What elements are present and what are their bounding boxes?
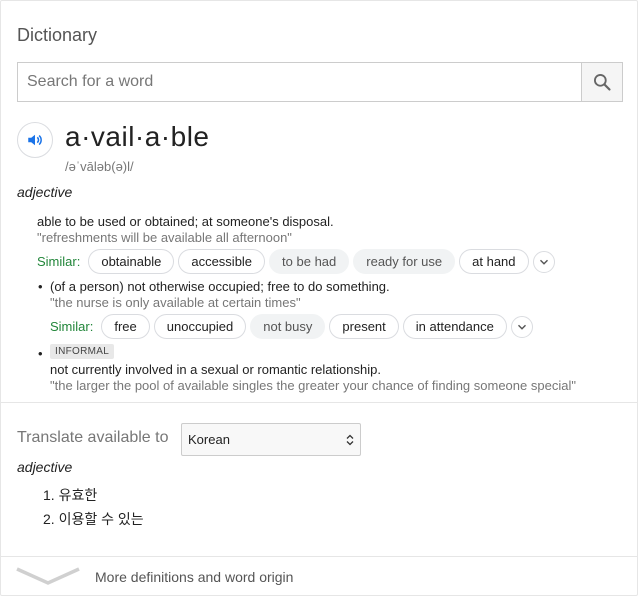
divider — [1, 402, 638, 403]
bullet: • — [38, 346, 43, 361]
similar-label: Similar: — [50, 319, 94, 334]
part-of-speech: adjective — [17, 184, 73, 200]
example: "refreshments will be available all afte… — [37, 230, 292, 245]
search-input[interactable] — [18, 63, 581, 101]
similar-chip[interactable]: obtainable — [88, 249, 175, 274]
definition: able to be used or obtained; at someone'… — [37, 214, 334, 229]
similar-chip[interactable]: ready for use — [353, 249, 456, 274]
dictionary-title: Dictionary — [17, 25, 98, 45]
similar-chip[interactable]: accessible — [178, 249, 266, 274]
speaker-icon — [28, 134, 42, 146]
dictionary-card: Dictionary a·vail·a·ble /əˈvāləb(ə)l/ ad… — [0, 0, 638, 596]
language-select-value: Korean — [188, 432, 230, 447]
similar-row: Similar: free unoccupied not busy presen… — [50, 314, 533, 339]
chevron-down-icon — [539, 259, 548, 265]
chevron-down-icon — [16, 567, 80, 585]
similar-chip[interactable]: present — [329, 314, 399, 339]
definition: not currently involved in a sexual or ro… — [50, 362, 381, 377]
headword: a·vail·a·ble — [65, 121, 210, 152]
more-definitions-link[interactable]: More definitions and word origin — [1, 557, 638, 596]
example: "the nurse is only available at certain … — [50, 295, 301, 310]
translation-part-of-speech: adjective — [17, 459, 73, 475]
example: "the larger the pool of available single… — [50, 378, 576, 393]
search-icon — [594, 74, 611, 91]
similar-chip[interactable]: to be had — [269, 249, 350, 274]
language-select[interactable]: Korean — [181, 423, 361, 456]
similar-chip[interactable]: unoccupied — [153, 314, 247, 339]
similar-label: Similar: — [37, 254, 81, 269]
translation-item: 1. 유효한 — [43, 487, 98, 503]
more-definitions-label: More definitions and word origin — [95, 569, 294, 585]
pronunciation-button[interactable] — [17, 122, 53, 158]
phonetic: /əˈvāləb(ə)l/ — [65, 159, 134, 174]
bullet: • — [38, 279, 43, 294]
similar-chip[interactable]: not busy — [250, 314, 326, 339]
chevron-down-icon — [517, 324, 526, 330]
definition: (of a person) not otherwise occupied; fr… — [50, 279, 390, 294]
more-similar-button[interactable] — [510, 315, 533, 338]
similar-chip[interactable]: in attendance — [402, 314, 507, 339]
similar-chip[interactable]: free — [101, 314, 150, 339]
search-box — [17, 62, 623, 102]
translation-item: 2. 이용할 수 있는 — [43, 511, 144, 527]
search-button[interactable] — [581, 63, 622, 101]
register-tag: INFORMAL — [50, 344, 115, 359]
translate-label: Translate available to — [17, 429, 169, 446]
select-arrows-icon — [346, 434, 354, 445]
more-similar-button[interactable] — [532, 250, 555, 273]
similar-chip[interactable]: at hand — [459, 249, 529, 274]
similar-row: Similar: obtainable accessible to be had… — [37, 249, 555, 274]
